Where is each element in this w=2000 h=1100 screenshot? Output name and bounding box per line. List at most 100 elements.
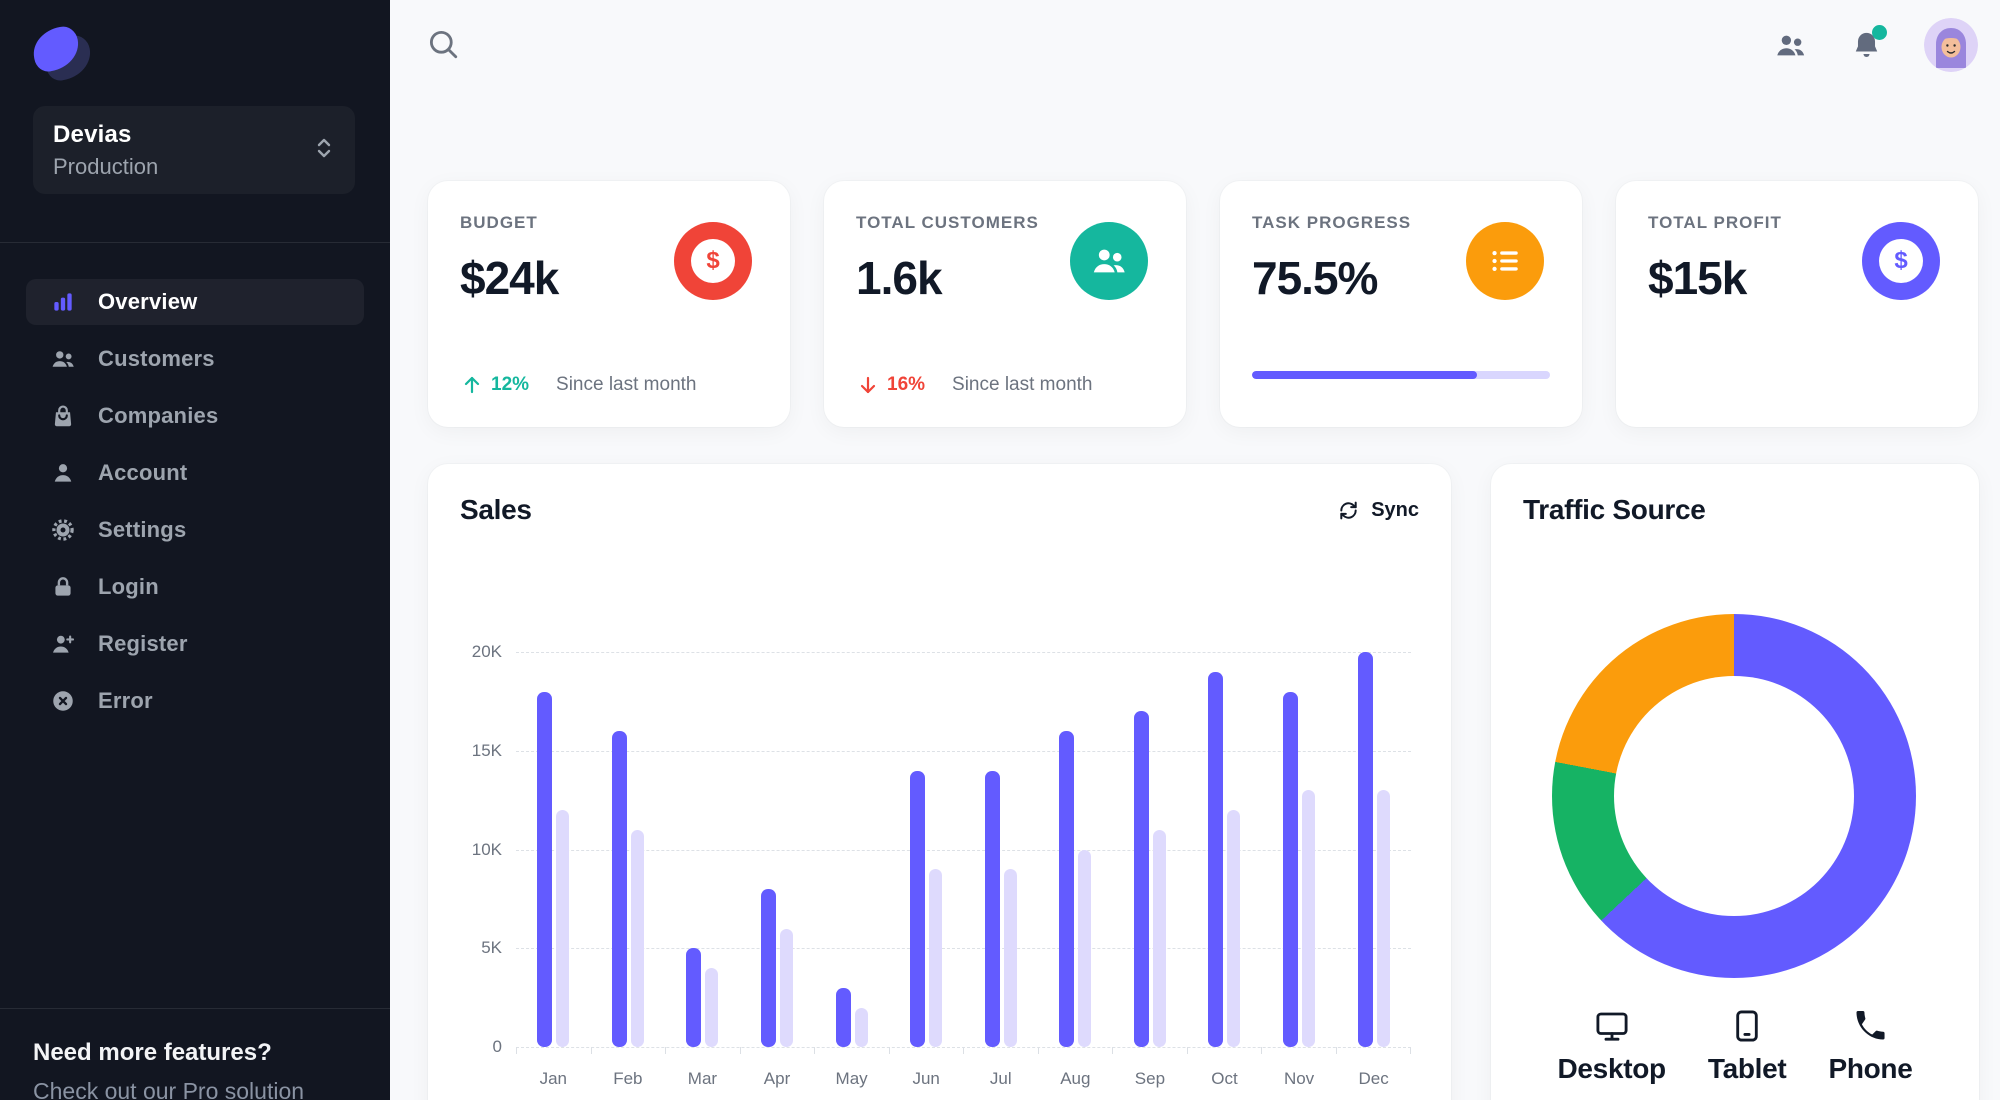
sidebar-item-label: Settings <box>98 517 187 542</box>
dollar-icon: $ <box>1862 222 1940 300</box>
sidebar-nav: Overview Customers Companies Account Set… <box>0 242 390 735</box>
traffic-legend: Desktop Tablet Phone <box>1491 1008 1979 1085</box>
x-tick-label: Sep <box>1134 1069 1166 1088</box>
bar-last-year <box>1376 790 1390 1047</box>
legend-item-phone: Phone <box>1828 1008 1913 1085</box>
total-customers-card: TOTAL CUSTOMERS 1.6k 16% Since last mont… <box>824 181 1186 427</box>
sidebar-item-settings[interactable]: Settings <box>26 507 364 553</box>
y-tick-label: 15K <box>471 740 502 760</box>
bar-this-year <box>910 770 926 1047</box>
x-tick-label: Dec <box>1358 1069 1389 1088</box>
x-tick-label: Jan <box>539 1069 567 1088</box>
bar-chart-icon <box>50 289 76 315</box>
bar-last-year <box>1302 790 1316 1047</box>
sidebar-item-companies[interactable]: Companies <box>26 393 364 439</box>
sidebar-item-label: Error <box>98 688 153 713</box>
sidebar-item-login[interactable]: Login <box>26 564 364 610</box>
traffic-donut-chart <box>1552 614 1916 978</box>
bar-this-year <box>1283 691 1299 1047</box>
topbar <box>390 0 2000 90</box>
task-progress-card: TASK PROGRESS 75.5% <box>1220 181 1582 427</box>
task-progress-bar <box>1252 371 1550 379</box>
sales-bar-group <box>814 652 889 1047</box>
bar-last-year <box>854 1007 868 1047</box>
phone-icon <box>1856 1011 1886 1040</box>
sales-bar-group <box>1038 652 1113 1047</box>
y-tick-label: 0 <box>492 1037 502 1056</box>
bar-this-year <box>1208 671 1224 1047</box>
bar-this-year <box>984 770 1000 1047</box>
x-tick-label: Jun <box>912 1069 940 1088</box>
bar-this-year <box>1133 711 1149 1047</box>
sidebar-item-customers[interactable]: Customers <box>26 336 364 382</box>
search-button[interactable] <box>424 26 462 64</box>
traffic-source-card: Traffic Source Desktop Tablet Phone <box>1491 464 1979 1100</box>
sales-bar-group <box>1113 652 1188 1047</box>
legend-label: Phone <box>1828 1053 1913 1084</box>
axis-tick <box>665 1047 666 1054</box>
trend-value: 16% <box>887 374 926 395</box>
user-plus-icon <box>50 631 76 657</box>
trend-caption: Since last month <box>952 374 1093 395</box>
axis-tick <box>1335 1047 1337 1054</box>
search-icon <box>429 30 458 58</box>
sync-button[interactable]: Sync <box>1337 499 1419 522</box>
axis-tick <box>1112 1047 1113 1054</box>
shopping-bag-icon <box>50 403 76 429</box>
x-tick-label: Feb <box>613 1069 643 1088</box>
bar-last-year <box>556 810 570 1047</box>
legend-item-tablet: Tablet <box>1708 1008 1787 1085</box>
traffic-source-title: Traffic Source <box>1523 494 1706 525</box>
trend: 16% Since last month <box>856 373 1093 397</box>
bar-last-year <box>780 928 794 1047</box>
y-tick-label: 5K <box>481 938 502 958</box>
sidebar-item-account[interactable]: Account <box>26 450 364 496</box>
workspace-name: Devias <box>53 120 132 148</box>
bar-this-year <box>686 948 702 1047</box>
sales-bars <box>516 652 1411 1047</box>
axis-tick <box>888 1047 890 1054</box>
bar-this-year <box>1357 652 1373 1047</box>
sales-card: Sales Sync 20K 15K 10K 5K 0 Jan Feb Mar Apr May J… <box>428 464 1451 1100</box>
sidebar-footer-title: Need more features? <box>33 1039 272 1066</box>
workspace-selector[interactable]: Devias Production <box>33 106 355 194</box>
y-tick-label: 20K <box>471 642 502 661</box>
sales-bar-group <box>889 652 964 1047</box>
sidebar-item-label: Account <box>98 460 188 485</box>
sales-y-axis: 20K 15K 10K 5K 0 <box>458 642 502 1056</box>
sales-x-axis: Jan Feb Mar Apr May Jun Jul Aug Sep Oct Nov Dec <box>516 1069 1411 1089</box>
x-tick-label: Mar <box>687 1069 718 1088</box>
x-tick-label: Nov <box>1283 1069 1315 1088</box>
sync-label: Sync <box>1371 498 1419 521</box>
sidebar-item-label: Register <box>98 631 188 656</box>
sales-title: Sales <box>460 494 532 525</box>
axis-tick <box>1186 1047 1188 1054</box>
notifications-button[interactable] <box>1848 25 1887 63</box>
bar-this-year <box>537 691 553 1047</box>
sidebar-item-register[interactable]: Register <box>26 621 364 667</box>
sales-bar-chart: 20K 15K 10K 5K 0 Jan Feb Mar Apr May Jun Jul Aug Sep… <box>458 642 1411 1089</box>
axis-tick <box>814 1047 815 1054</box>
users-icon <box>50 346 76 372</box>
x-circle-icon <box>50 688 76 714</box>
sales-bar-group <box>1187 652 1262 1047</box>
sales-bar-group <box>665 652 740 1047</box>
x-tick-label: Oct <box>1211 1069 1238 1088</box>
sidebar-footer: Need more features? Check out our Pro so… <box>0 1008 390 1100</box>
legend-item-desktop: Desktop <box>1557 1008 1666 1085</box>
donut-hole <box>1614 676 1854 916</box>
sidebar-item-overview[interactable]: Overview <box>26 279 364 325</box>
unfold-more-icon <box>313 135 335 166</box>
sales-bar-group <box>740 652 815 1047</box>
desktop-icon <box>1596 1012 1628 1041</box>
users-icon <box>1070 222 1148 300</box>
contacts-button[interactable] <box>1772 27 1808 63</box>
sidebar-item-error[interactable]: Error <box>26 678 364 724</box>
axis-tick <box>1410 1047 1411 1054</box>
people-icon <box>1776 35 1804 55</box>
legend-label: Desktop <box>1557 1053 1666 1084</box>
dollar-icon: $ <box>674 222 752 300</box>
user-avatar <box>1924 18 1978 72</box>
arrow-up-icon <box>464 376 480 394</box>
avatar-button[interactable] <box>1924 18 1978 72</box>
